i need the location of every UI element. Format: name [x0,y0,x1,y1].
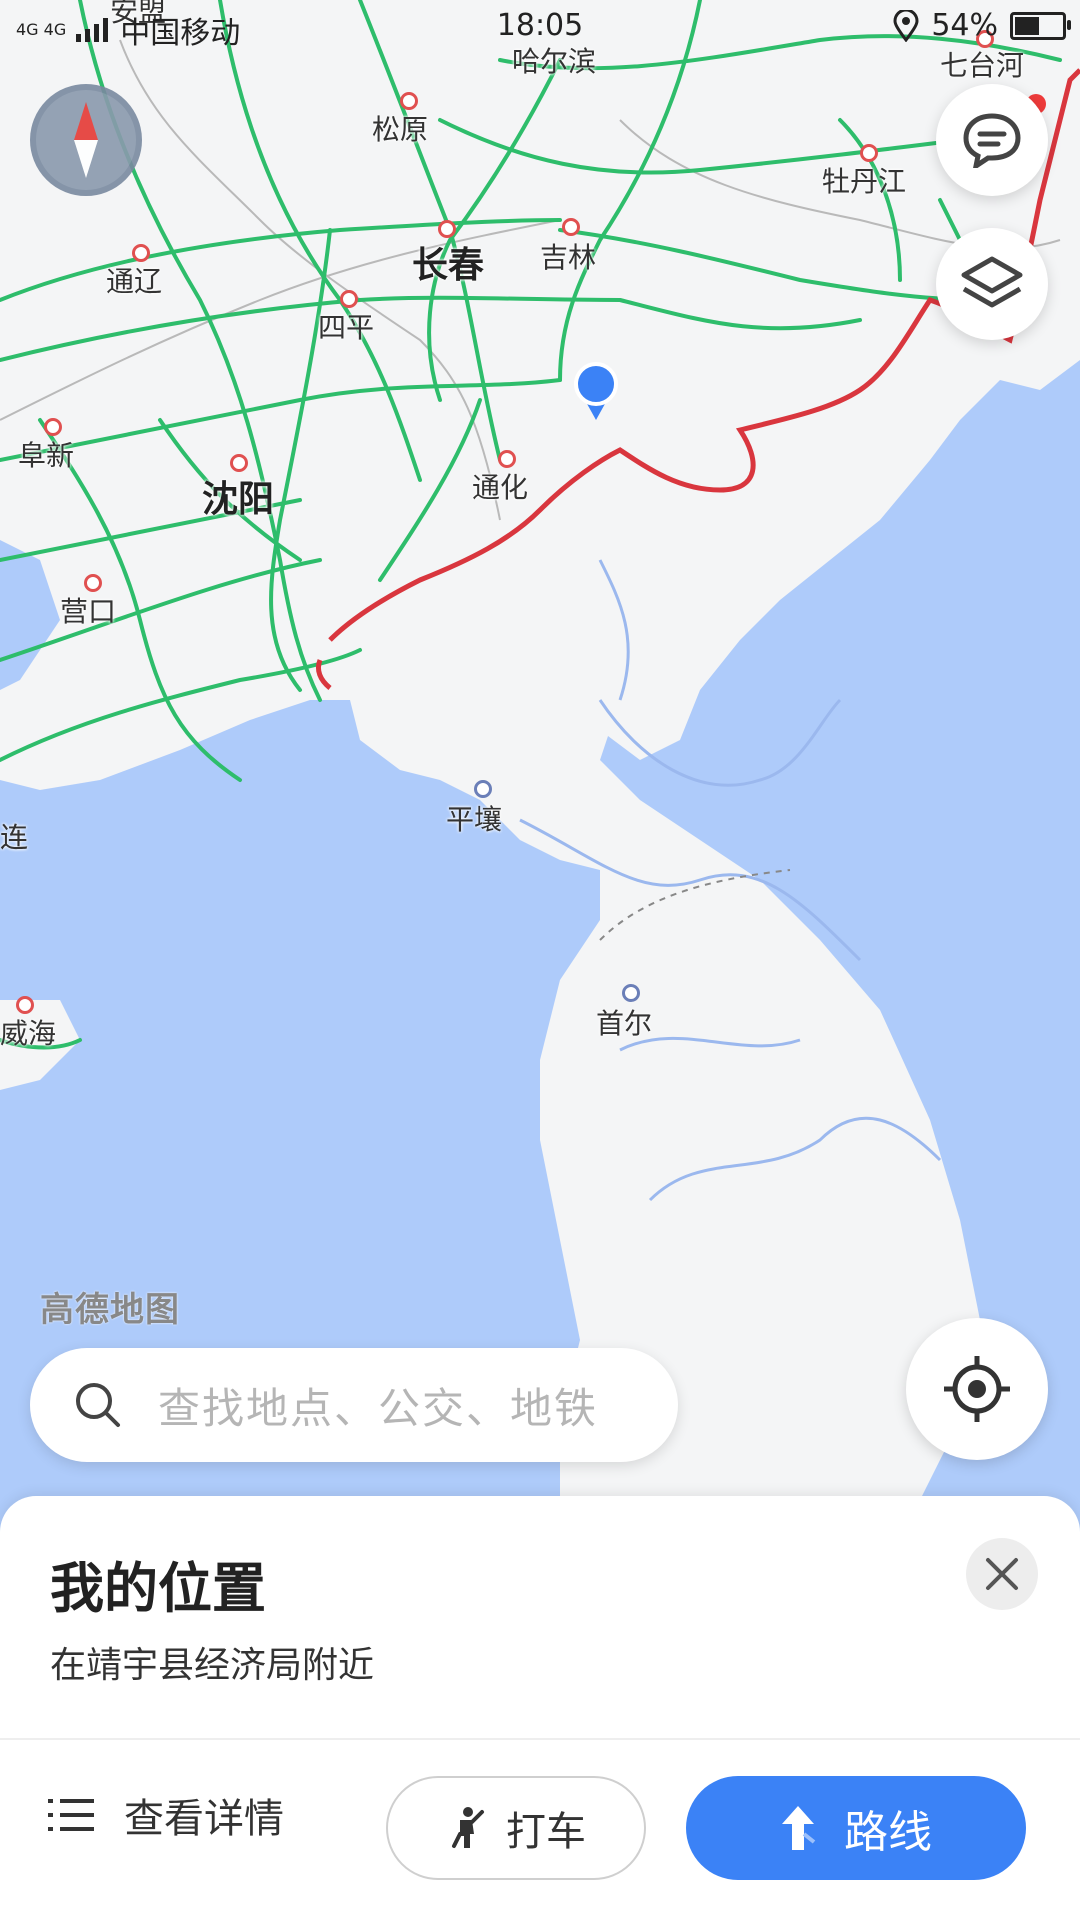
locate-icon [944,1356,1010,1422]
location-sheet: 我的位置 在靖宇县经济局附近 查看详情 打车 路线 [0,1496,1080,1920]
city-dot [474,780,492,798]
message-icon [963,113,1021,168]
battery-icon [1010,11,1071,40]
city-label[interactable]: 四平 [318,306,374,346]
search-icon [76,1383,120,1427]
map-canvas[interactable] [0,0,1080,1500]
city-label[interactable]: 沈阳 [202,470,274,522]
taxi-button[interactable]: 打车 [386,1776,646,1880]
message-button[interactable] [936,84,1048,196]
taxi-label: 打车 [506,1809,586,1855]
city-label[interactable]: 首尔 [596,1002,652,1042]
close-button[interactable] [966,1538,1038,1610]
search-placeholder[interactable]: 查找地点、公交、地铁 [158,1375,598,1436]
city-label[interactable]: 吉林 [540,236,596,276]
route-arrow-icon [782,1806,816,1850]
location-marker-icon[interactable] [574,360,618,422]
route-label: 路线 [844,1807,932,1858]
locate-button[interactable] [906,1318,1048,1460]
view-details-button[interactable]: 查看详情 [48,1786,284,1844]
layers-button[interactable] [936,228,1048,340]
city-label[interactable]: 威海 [0,1012,56,1052]
search-bar[interactable]: 查找地点、公交、地铁 [30,1348,678,1462]
city-label[interactable]: 通辽 [106,260,162,300]
route-button[interactable]: 路线 [686,1776,1026,1880]
sheet-subtitle: 在靖宇县经济局附近 [50,1645,375,1686]
city-label[interactable]: 牡丹江 [822,160,906,200]
status-bar: 4G 4G 中国移动 18:05 54% [0,0,1080,56]
divider [0,1738,1080,1740]
view-details-label: 查看详情 [124,1796,284,1842]
map-watermark: 高德地图 [40,1290,180,1330]
location-pin-icon [893,9,919,42]
city-label[interactable]: 连 [0,816,28,856]
layers-icon [961,256,1023,308]
city-dot [562,218,580,236]
city-label[interactable]: 长春 [412,236,484,288]
city-label[interactable]: 松原 [372,108,428,148]
close-icon [986,1558,1018,1590]
city-label[interactable]: 阜新 [18,434,74,474]
city-label[interactable]: 营口 [60,590,116,630]
city-dot [622,984,640,1002]
compass-icon[interactable] [30,84,142,196]
hail-taxi-icon [452,1807,484,1848]
list-icon [48,1799,94,1831]
sheet-title: 我的位置 [50,1557,266,1620]
battery-percent: 54% [931,8,998,43]
city-label[interactable]: 通化 [472,466,528,506]
city-label[interactable]: 平壤 [446,798,502,838]
